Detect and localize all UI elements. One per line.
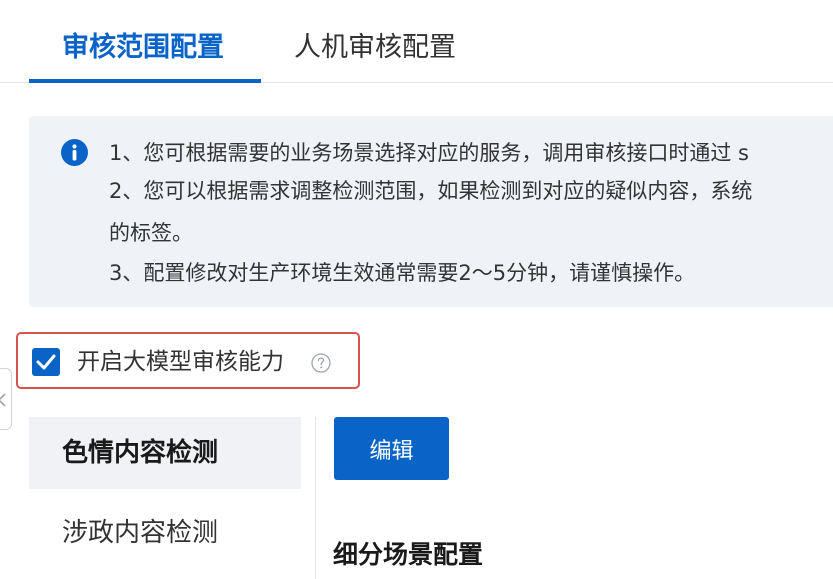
info-icon [61, 139, 88, 166]
active-tab-indicator [29, 79, 261, 83]
side-menu-item-label: 色情内容检测 [62, 438, 219, 468]
section-title: 细分场景配置 [333, 540, 484, 569]
edit-button[interactable]: 编辑 [334, 417, 449, 480]
notice-line-3: 3、配置修改对生产环境生效通常需要2～5分钟，请谨慎操作。 [109, 261, 696, 285]
tab-bar: 审核范围配置 人机审核配置 [0, 0, 833, 83]
collapse-handle[interactable] [0, 368, 12, 430]
notice-line-1: 1、您可根据需要的业务场景选择对应的服务，调用审核接口时通过 s [109, 141, 749, 165]
notice-line-2: 2、您可以根据需求调整检测范围，如果检测到对应的疑似内容，系统 [109, 179, 753, 203]
question-circle-icon[interactable] [311, 353, 331, 373]
page: 审核范围配置 人机审核配置 1、您可根据需要的业务场景选择对应的服务，调用审核接… [0, 0, 833, 579]
llm-review-checkbox[interactable] [32, 348, 60, 376]
side-menu-item-politics-detection[interactable]: 涉政内容检测 [29, 497, 301, 569]
notice-line-2-continued: 的标签。 [109, 221, 193, 245]
info-notice: 1、您可根据需要的业务场景选择对应的服务，调用审核接口时通过 s 2、您可以根据… [29, 116, 833, 307]
llm-review-option: 开启大模型审核能力 [16, 332, 360, 389]
side-menu-item-porn-detection[interactable]: 色情内容检测 [29, 417, 301, 489]
checkmark-icon [36, 354, 56, 370]
tab-human-machine-review-config[interactable]: 人机审核配置 [294, 30, 456, 66]
tab-review-scope-config[interactable]: 审核范围配置 [62, 30, 224, 66]
chevron-left-icon [0, 393, 6, 407]
side-menu-divider [315, 417, 316, 579]
llm-review-label: 开启大模型审核能力 [77, 349, 284, 375]
side-menu-item-label: 涉政内容检测 [62, 518, 219, 548]
